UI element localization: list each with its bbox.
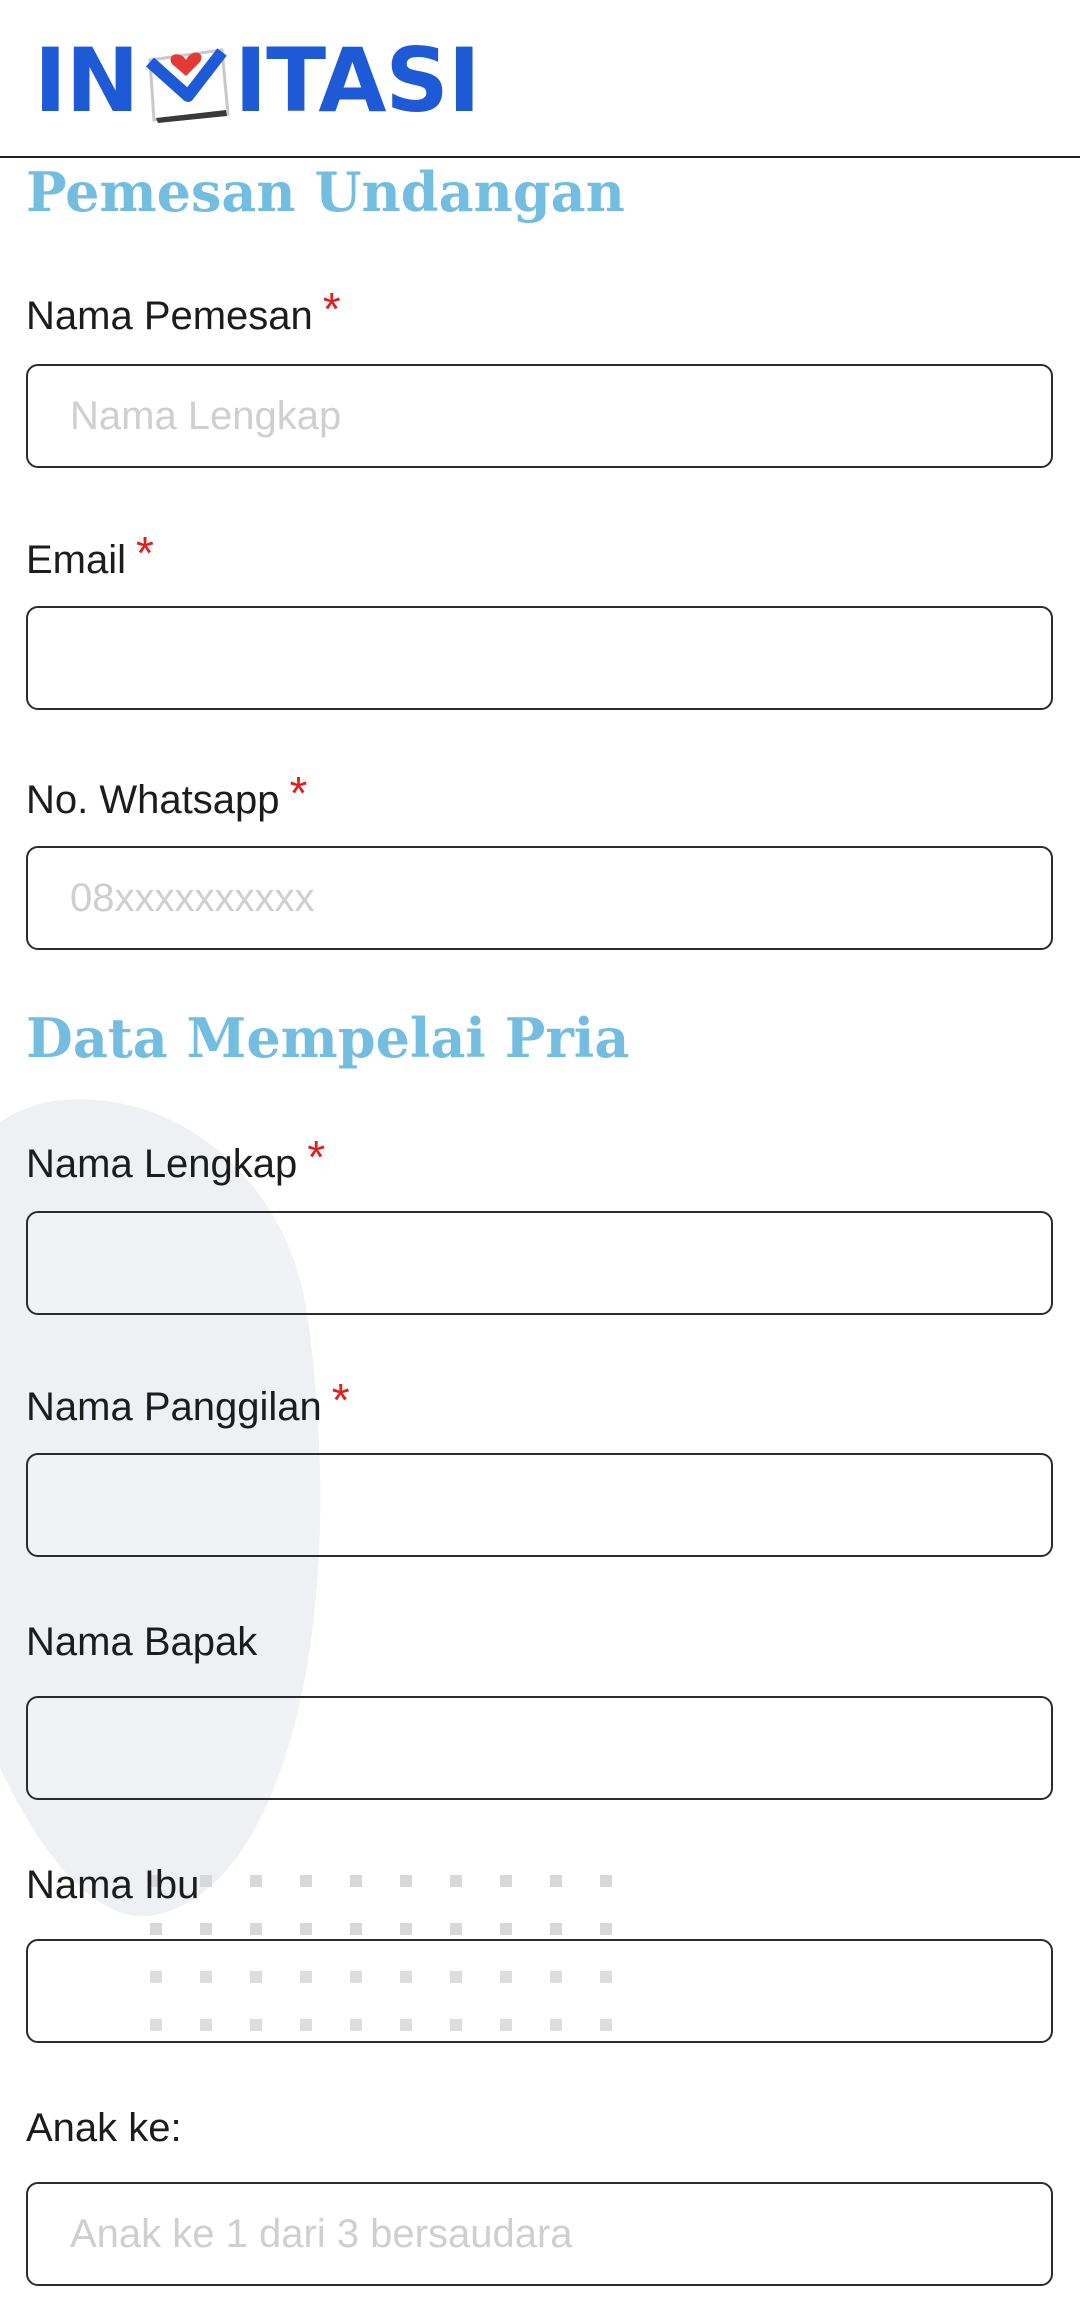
label-nama-lengkap: Nama Lengkap * bbox=[26, 1131, 326, 1188]
label-nama-pemesan: Nama Pemesan * bbox=[26, 283, 341, 340]
anak-ke-input[interactable] bbox=[26, 2182, 1053, 2286]
label-text: Email bbox=[26, 538, 127, 582]
label-text: Nama Ibu bbox=[26, 1863, 200, 1907]
nama-bapak-input[interactable] bbox=[26, 1696, 1053, 1800]
label-whatsapp: No. Whatsapp * bbox=[26, 767, 308, 824]
required-asterisk: * bbox=[136, 527, 154, 579]
label-text: Nama Pemesan bbox=[26, 294, 313, 338]
required-asterisk: * bbox=[289, 767, 308, 819]
label-text: Nama Panggilan bbox=[26, 1385, 322, 1429]
nama-lengkap-input[interactable] bbox=[26, 1211, 1053, 1315]
logo-text-left: IN bbox=[34, 28, 139, 132]
whatsapp-input[interactable] bbox=[26, 846, 1053, 950]
label-anak-ke: Anak ke: bbox=[26, 2106, 182, 2151]
label-email: Email * bbox=[26, 527, 154, 584]
app-header: IN ITASI bbox=[0, 0, 1080, 158]
invitasi-logo[interactable]: IN ITASI bbox=[34, 28, 481, 132]
logo-text-right: ITASI bbox=[234, 28, 480, 132]
nama-ibu-input[interactable] bbox=[26, 1939, 1053, 2043]
nama-pemesan-input[interactable] bbox=[26, 364, 1053, 468]
label-text: No. Whatsapp bbox=[26, 778, 280, 822]
required-asterisk: * bbox=[307, 1131, 326, 1183]
section-title-mempelai-pria: Data Mempelai Pria bbox=[26, 1006, 630, 1070]
label-nama-panggilan: Nama Panggilan * bbox=[26, 1374, 350, 1431]
required-asterisk: * bbox=[331, 1374, 350, 1426]
nama-panggilan-input[interactable] bbox=[26, 1453, 1053, 1557]
label-nama-bapak: Nama Bapak bbox=[26, 1620, 257, 1665]
email-input[interactable] bbox=[26, 606, 1053, 710]
envelope-heart-icon bbox=[136, 30, 236, 130]
section-title-pemesan: Pemesan Undangan bbox=[26, 160, 625, 224]
label-nama-ibu: Nama Ibu bbox=[26, 1863, 199, 1908]
required-asterisk: * bbox=[322, 283, 341, 335]
label-text: Nama Bapak bbox=[26, 1620, 258, 1664]
label-text: Nama Lengkap bbox=[26, 1142, 298, 1186]
label-text: Anak ke: bbox=[26, 2106, 182, 2150]
